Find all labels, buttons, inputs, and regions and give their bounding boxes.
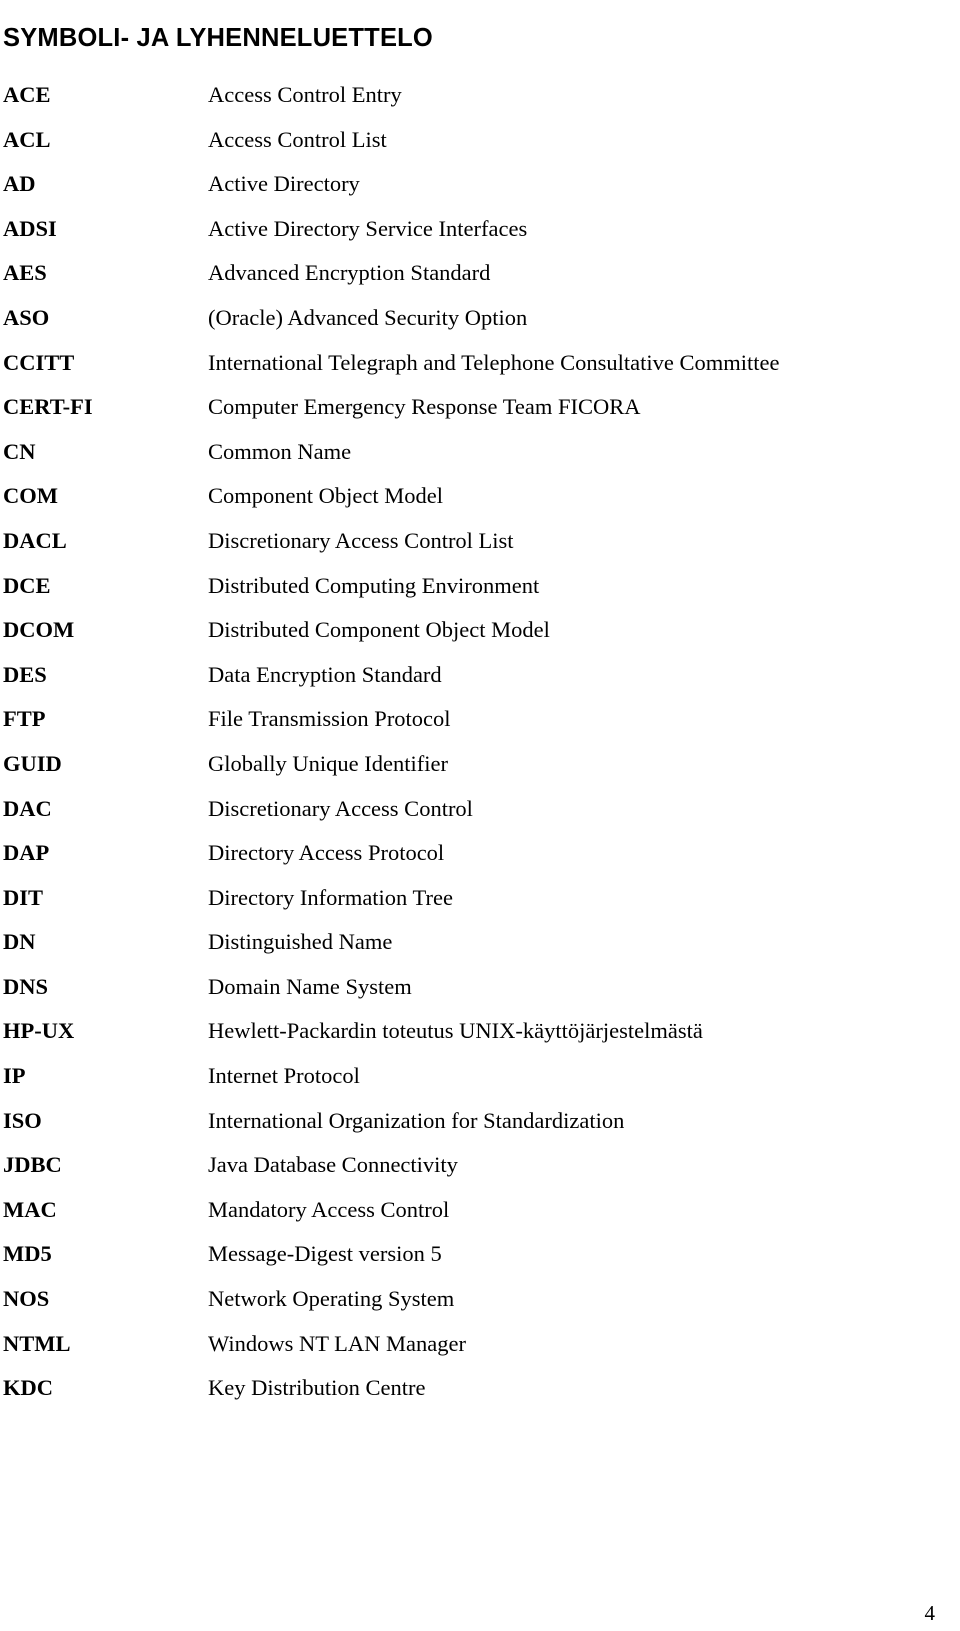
abbreviation-term: CERT-FI xyxy=(3,394,93,420)
abbreviation-term: MD5 xyxy=(3,1241,52,1267)
abbreviation-definition: Active Directory Service Interfaces xyxy=(208,215,528,241)
abbreviation-term: DAP xyxy=(3,840,50,866)
abbreviation-row: DAC Discretionary Access Control xyxy=(0,787,960,832)
abbreviation-definition: Discretionary Access Control xyxy=(208,795,473,821)
abbreviation-row: AD Active Directory xyxy=(0,162,960,207)
abbreviation-definition: Active Directory xyxy=(208,171,360,197)
abbreviation-term: DNS xyxy=(3,973,49,999)
abbreviation-row: KDC Key Distribution Centre xyxy=(0,1366,960,1411)
abbreviation-row: DIT Directory Information Tree xyxy=(0,876,960,921)
abbreviation-term: JDBC xyxy=(3,1152,62,1178)
abbreviation-row: NOS Network Operating System xyxy=(0,1277,960,1322)
abbreviation-term: NOS xyxy=(3,1286,50,1312)
abbreviation-term: DCE xyxy=(3,572,51,598)
abbreviation-definition: Component Object Model xyxy=(208,483,443,509)
abbreviation-definition: Mandatory Access Control xyxy=(208,1196,450,1222)
abbreviation-row: FTP File Transmission Protocol xyxy=(0,697,960,742)
abbreviation-row: ISO International Organization for Standa… xyxy=(0,1099,960,1144)
abbreviation-definition: (Oracle) Advanced Security Option xyxy=(208,304,528,330)
abbreviation-definition: Internet Protocol xyxy=(208,1063,360,1089)
abbreviation-term: ACE xyxy=(3,82,51,107)
abbreviation-row: AES Advanced Encryption Standard xyxy=(0,251,960,296)
abbreviation-definition: Common Name xyxy=(208,438,352,464)
abbreviation-definition: Distinguished Name xyxy=(208,929,393,955)
abbreviation-row: COM Component Object Model xyxy=(0,474,960,519)
abbreviation-row: DCOM Distributed Component Object Model xyxy=(0,608,960,653)
abbreviation-term: DES xyxy=(3,661,47,687)
abbreviation-row: HP-UX Hewlett-Packardin toteutus UNIX-käy… xyxy=(0,1009,960,1054)
document-page: SYMBOLI- JA LYHENNELUETTELO ACE Access Co… xyxy=(0,0,960,1631)
abbreviation-definition: Distributed Component Object Model xyxy=(208,617,550,643)
abbreviation-term: ASO xyxy=(3,304,50,330)
abbreviation-definition: International Telegraph and Telephone Co… xyxy=(208,349,780,375)
abbreviation-term: DACL xyxy=(3,527,67,553)
page-number: 4 xyxy=(924,1601,936,1625)
abbreviation-definition: International Organization for Standardi… xyxy=(208,1107,625,1133)
abbreviation-definition: Network Operating System xyxy=(208,1286,455,1312)
abbreviation-term: IP xyxy=(3,1063,26,1089)
abbreviation-term: MAC xyxy=(3,1196,57,1222)
abbreviation-definition: Windows NT LAN Manager xyxy=(208,1330,467,1356)
abbreviation-definition: File Transmission Protocol xyxy=(208,706,451,732)
abbreviation-term: HP-UX xyxy=(3,1018,75,1044)
abbreviation-term: GUID xyxy=(3,750,62,776)
abbreviation-definition: Access Control Entry xyxy=(208,82,402,107)
abbreviation-definition: Globally Unique Identifier xyxy=(208,750,448,776)
page-title: SYMBOLI- JA LYHENNELUETTELO xyxy=(3,24,433,53)
abbreviation-term: DIT xyxy=(3,884,44,910)
abbreviation-definition: Directory Information Tree xyxy=(208,884,453,910)
abbreviation-row: NTML Windows NT LAN Manager xyxy=(0,1322,960,1367)
abbreviation-definition: Data Encryption Standard xyxy=(208,661,442,687)
abbreviation-definition: Access Control List xyxy=(208,126,387,152)
abbreviation-row: ACE Access Control Entry xyxy=(0,73,960,118)
abbreviation-term: ACL xyxy=(3,126,51,152)
abbreviation-row: DES Data Encryption Standard xyxy=(0,653,960,698)
abbreviation-row: DACL Discretionary Access Control List xyxy=(0,519,960,564)
abbreviation-term: ADSI xyxy=(3,215,57,241)
abbreviation-row: GUID Globally Unique Identifier xyxy=(0,742,960,787)
abbreviation-row: MD5 Message-Digest version 5 xyxy=(0,1232,960,1277)
abbreviation-term: AES xyxy=(3,260,47,286)
abbreviation-term: NTML xyxy=(3,1330,71,1356)
abbreviation-row: JDBC Java Database Connectivity xyxy=(0,1143,960,1188)
abbreviation-row: CERT-FI Computer Emergency Response Team … xyxy=(0,385,960,430)
abbreviation-definition: Key Distribution Centre xyxy=(208,1375,426,1401)
abbreviation-definition: Computer Emergency Response Team FICORA xyxy=(208,394,641,420)
abbreviation-term: DAC xyxy=(3,795,52,821)
abbreviation-definition: Distributed Computing Environment xyxy=(208,572,540,598)
abbreviation-row: DAP Directory Access Protocol xyxy=(0,831,960,876)
abbreviation-row: DN Distinguished Name xyxy=(0,920,960,965)
abbreviation-definition: Message-Digest version 5 xyxy=(208,1241,442,1267)
abbreviation-row: DNS Domain Name System xyxy=(0,965,960,1010)
abbreviation-row: ADSI Active Directory Service Interfaces xyxy=(0,207,960,252)
abbreviation-term: CN xyxy=(3,438,36,464)
abbreviation-row: CN Common Name xyxy=(0,430,960,475)
abbreviation-term: COM xyxy=(3,483,58,509)
abbreviation-row: MAC Mandatory Access Control xyxy=(0,1188,960,1233)
abbreviation-term: ISO xyxy=(3,1107,42,1133)
abbreviation-term: DN xyxy=(3,929,36,955)
abbreviation-definition: Directory Access Protocol xyxy=(208,840,445,866)
abbreviation-term: AD xyxy=(3,171,36,197)
abbreviation-definition: Discretionary Access Control List xyxy=(208,527,514,553)
abbreviation-term: KDC xyxy=(3,1375,53,1401)
abbreviation-definition: Hewlett-Packardin toteutus UNIX-käyttöjä… xyxy=(208,1018,703,1044)
abbreviation-row: CCITT International Telegraph and Telepho… xyxy=(0,341,960,386)
abbreviation-term: DCOM xyxy=(3,617,75,643)
abbreviation-row: ACL Access Control List xyxy=(0,118,960,163)
abbreviation-definition: Advanced Encryption Standard xyxy=(208,260,491,286)
abbreviation-row: ASO (Oracle) Advanced Security Option xyxy=(0,296,960,341)
abbreviation-list: ACE Access Control Entry ACL Access Control… xyxy=(0,73,960,1411)
abbreviation-definition: Java Database Connectivity xyxy=(208,1152,458,1178)
abbreviation-term: CCITT xyxy=(3,349,75,375)
abbreviation-term: FTP xyxy=(3,706,46,732)
abbreviation-row: DCE Distributed Computing Environment xyxy=(0,564,960,609)
abbreviation-definition: Domain Name System xyxy=(208,973,412,999)
abbreviation-row: IP Internet Protocol xyxy=(0,1054,960,1099)
